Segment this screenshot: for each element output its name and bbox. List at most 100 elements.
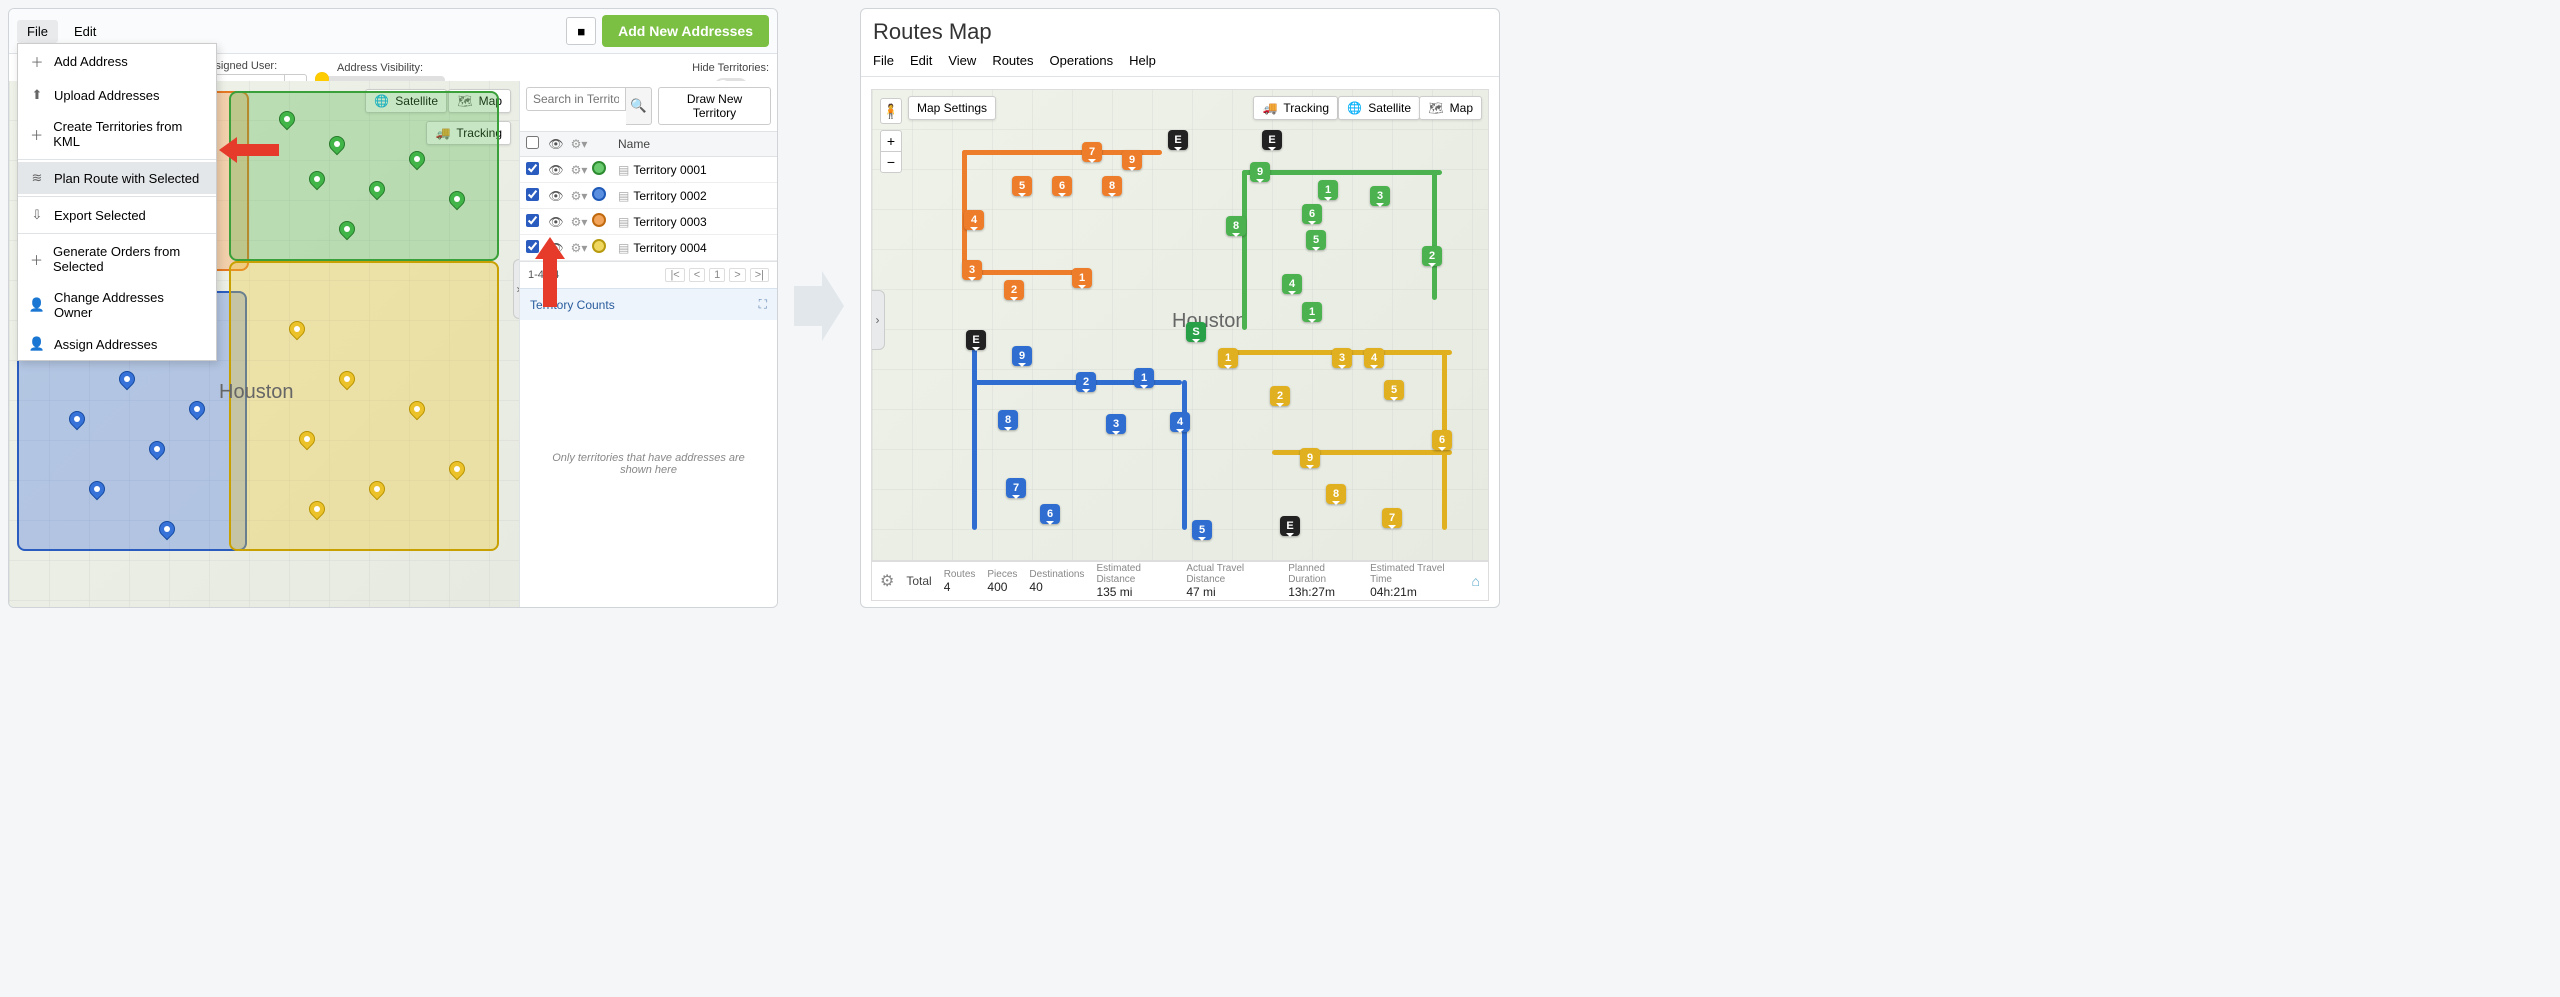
- routes-menu-item[interactable]: Routes: [992, 53, 1033, 68]
- home-icon[interactable]: ⌂: [1472, 573, 1480, 589]
- map-toggle[interactable]: 🗺Map: [1419, 96, 1482, 120]
- color-swatch: [592, 187, 606, 201]
- expand-icon[interactable]: ⛶: [759, 297, 767, 312]
- territories-panel: File Edit ■ Add New Addresses 🔍 Filter b…: [8, 8, 778, 608]
- pegman-icon[interactable]: 🧍: [880, 98, 902, 124]
- color-swatch: [592, 161, 606, 175]
- grip-icon: ▤: [618, 189, 629, 203]
- map-icon: 🗺: [1428, 101, 1443, 115]
- plus-icon: ＋: [30, 52, 44, 71]
- dd-generate-orders[interactable]: ＋Generate Orders from Selected: [18, 236, 216, 282]
- territory-checkbox[interactable]: [526, 214, 539, 227]
- dd-upload[interactable]: ⬆Upload Addresses: [18, 79, 216, 111]
- eye-icon[interactable]: 👁: [546, 137, 566, 151]
- satellite-toggle[interactable]: 🌐Satellite: [1338, 96, 1420, 120]
- grip-icon: ▤: [618, 163, 629, 177]
- select-all-checkbox[interactable]: [526, 136, 539, 149]
- total-label: Total: [906, 574, 931, 588]
- zoom-in[interactable]: +: [881, 131, 901, 152]
- globe-icon: 🌐: [1347, 101, 1362, 115]
- dd-export[interactable]: ⇩Export Selected: [18, 199, 216, 231]
- route-end-marker[interactable]: E: [1280, 516, 1300, 536]
- pager-last[interactable]: >|: [750, 268, 769, 282]
- territory-row[interactable]: 👁 ⚙▾ ▤ Territory 0003: [520, 209, 777, 235]
- territory-checkbox[interactable]: [526, 188, 539, 201]
- export-icon: ⇩: [30, 207, 44, 223]
- name-column-header: Name: [612, 137, 771, 151]
- zoom-control: + −: [880, 130, 902, 173]
- territory-counts-empty: Only territories that have addresses are…: [520, 320, 777, 607]
- route-end-marker[interactable]: E: [1262, 130, 1282, 150]
- territory-row[interactable]: 👁 ⚙▾ ▤ Territory 0002: [520, 183, 777, 209]
- routes-menu-item[interactable]: Help: [1129, 53, 1156, 68]
- user-icon: 👤: [30, 336, 44, 352]
- routes-menu-item[interactable]: Edit: [910, 53, 932, 68]
- territory-row[interactable]: 👁 ⚙▾ ▤ Territory 0001: [520, 157, 777, 183]
- menu-file[interactable]: File: [17, 20, 58, 43]
- gear-icon[interactable]: ⚙▾: [566, 215, 592, 229]
- territory-shape-green[interactable]: [229, 91, 499, 261]
- pager-next[interactable]: >: [729, 268, 745, 282]
- city-label: Houston: [219, 381, 294, 404]
- routes-menu-item[interactable]: File: [873, 53, 894, 68]
- zoom-out[interactable]: −: [881, 152, 901, 172]
- expand-route-list-handle[interactable]: ›: [871, 290, 885, 350]
- pager-first[interactable]: |<: [665, 268, 684, 282]
- territory-search-input[interactable]: [526, 87, 626, 111]
- pager-prev[interactable]: <: [689, 268, 705, 282]
- add-addresses-button[interactable]: Add New Addresses: [602, 15, 769, 47]
- dd-change-owner[interactable]: 👤Change Addresses Owner: [18, 282, 216, 328]
- pager-current: 1: [709, 268, 725, 282]
- gear-icon[interactable]: ⚙▾: [566, 241, 592, 255]
- routes-menu: File Edit View Routes Operations Help: [861, 47, 1499, 77]
- draw-territory-button[interactable]: Draw New Territory: [658, 87, 771, 125]
- dd-assign[interactable]: 👤Assign Addresses: [18, 328, 216, 360]
- eye-icon[interactable]: 👁: [546, 215, 566, 229]
- hide-label: Hide Territories:: [692, 62, 769, 74]
- tracking-button[interactable]: 🚚Tracking: [1253, 96, 1338, 120]
- map-settings-button[interactable]: Map Settings: [908, 96, 996, 120]
- route-start-marker[interactable]: S: [1186, 322, 1206, 342]
- gear-icon[interactable]: ⚙▾: [566, 163, 592, 177]
- routes-map[interactable]: 🧍 Map Settings + − 🚚Tracking 🌐Satellite …: [871, 89, 1489, 561]
- territory-shape-yellow[interactable]: [229, 261, 499, 551]
- route-end-marker[interactable]: E: [1168, 130, 1188, 150]
- truck-icon: 🚚: [1262, 101, 1277, 115]
- eye-icon[interactable]: 👁: [546, 189, 566, 203]
- plus-icon: ＋: [30, 250, 43, 269]
- annotation-arrow: [219, 137, 279, 168]
- city-label: Houston: [1172, 310, 1247, 333]
- gear-icon[interactable]: ⚙▾: [566, 189, 592, 203]
- plus-icon: ＋: [30, 125, 43, 144]
- gear-icon[interactable]: ⚙▾: [566, 137, 592, 151]
- gear-icon[interactable]: ⚙: [880, 571, 894, 591]
- dd-kml[interactable]: ＋Create Territories from KML: [18, 111, 216, 157]
- color-swatch: [592, 213, 606, 227]
- video-icon[interactable]: ■: [566, 17, 596, 45]
- grip-icon: ▤: [618, 241, 629, 255]
- page-title: Routes Map: [861, 9, 1499, 47]
- territory-checkbox[interactable]: [526, 162, 539, 175]
- dd-plan-route[interactable]: ≋Plan Route with Selected: [18, 162, 216, 194]
- color-swatch: [592, 239, 606, 253]
- route-end-marker[interactable]: E: [966, 330, 986, 350]
- territory-name: Territory 0002: [633, 189, 706, 203]
- eye-icon[interactable]: 👁: [546, 163, 566, 177]
- grip-icon: ▤: [618, 215, 629, 229]
- route-icon: ≋: [30, 170, 44, 186]
- upload-icon: ⬆: [30, 87, 44, 103]
- routes-map-panel: Routes Map File Edit View Routes Operations H…: [860, 8, 1500, 608]
- file-dropdown: ＋Add Address ⬆Upload Addresses ＋Create T…: [17, 43, 217, 361]
- territory-name: Territory 0004: [633, 241, 706, 255]
- visibility-label: Address Visibility:: [337, 62, 423, 74]
- territory-name: Territory 0003: [633, 215, 706, 229]
- routes-menu-item[interactable]: Operations: [1050, 53, 1114, 68]
- routes-summary-bar: ⚙ Total Routes4 Pieces400 Destinations40…: [871, 561, 1489, 601]
- territory-name: Territory 0001: [633, 163, 706, 177]
- dd-add-address[interactable]: ＋Add Address: [18, 44, 216, 79]
- search-icon[interactable]: 🔍: [626, 87, 652, 125]
- territories-sidebar: 🔍 Draw New Territory 👁 ⚙▾ Name 👁 ⚙▾ ▤ Ter…: [519, 81, 777, 607]
- routes-menu-item[interactable]: View: [948, 53, 976, 68]
- menu-edit[interactable]: Edit: [64, 20, 106, 43]
- user-icon: 👤: [30, 297, 44, 313]
